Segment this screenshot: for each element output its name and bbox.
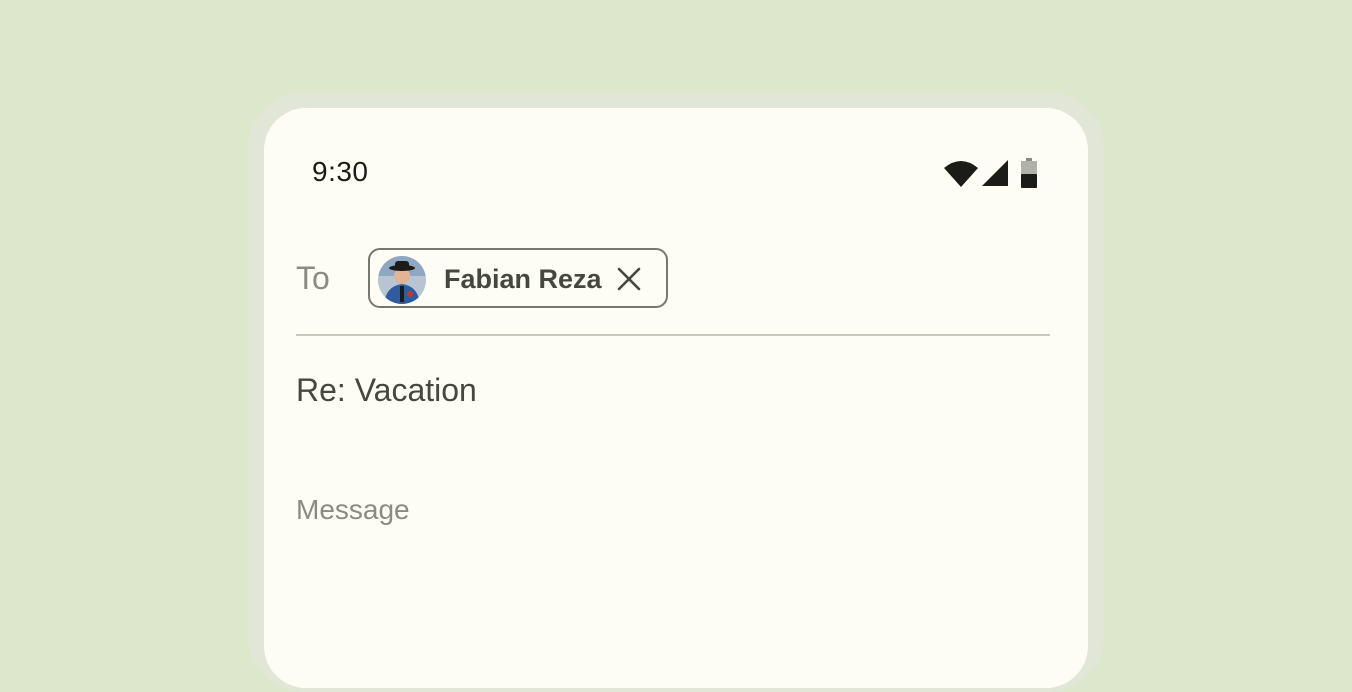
phone-screen: 9:30 To Fabian Reza Re: Vacation Message xyxy=(264,108,1088,688)
subject-field[interactable]: Re: Vacation xyxy=(296,372,477,409)
cellular-signal-icon xyxy=(982,160,1008,186)
avatar xyxy=(378,256,426,304)
battery-icon xyxy=(1021,158,1037,188)
to-label: To xyxy=(296,260,330,296)
status-time: 9:30 xyxy=(312,156,369,187)
recipients-divider xyxy=(296,334,1050,336)
recipients-row: To Fabian Reza xyxy=(296,248,1050,312)
wifi-icon xyxy=(944,161,978,187)
close-icon[interactable] xyxy=(616,266,642,292)
message-field[interactable]: Message xyxy=(296,494,410,526)
status-bar: 9:30 xyxy=(264,108,1088,188)
recipient-name: Fabian Reza xyxy=(444,264,602,294)
recipient-chip[interactable]: Fabian Reza xyxy=(368,248,668,308)
